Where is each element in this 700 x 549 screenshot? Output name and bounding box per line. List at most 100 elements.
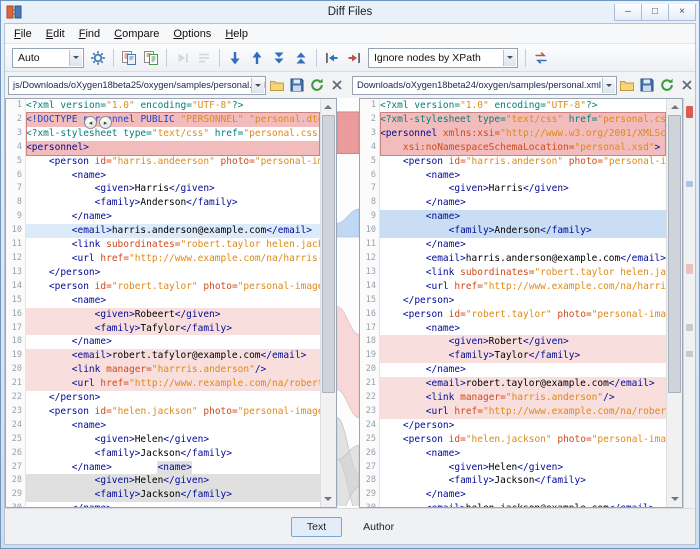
- line-number: 11: [360, 238, 376, 252]
- copy-change-from-right-button[interactable]: ◂: [84, 116, 97, 129]
- close-button[interactable]: ×: [668, 4, 696, 21]
- line-number: 8: [6, 196, 22, 210]
- code-line: <given>Helen</given>: [380, 461, 666, 475]
- line-number: 19: [360, 349, 376, 363]
- right-save-button[interactable]: [638, 75, 657, 95]
- diff-files-window: Diff Files –□× FileEditFindCompareOption…: [0, 0, 700, 549]
- code-line: <given>Helen</given>: [26, 433, 320, 447]
- left-vertical-scrollbar[interactable]: [320, 99, 336, 507]
- next-difference-button[interactable]: [224, 47, 246, 69]
- titlebar[interactable]: Diff Files –□×: [4, 1, 696, 23]
- right-reload-button[interactable]: [658, 75, 677, 95]
- menu-help[interactable]: Help: [218, 26, 255, 42]
- toolbar: Auto Ignore nodes by XPath: [5, 44, 695, 72]
- code-line: xsi:noNamespaceSchemaLocation="personal.…: [380, 141, 666, 155]
- scroll-up-button[interactable]: [667, 99, 682, 114]
- code-line: <?xml version="1.0" encoding="UTF-8"?>: [26, 99, 320, 113]
- menu-compare[interactable]: Compare: [107, 26, 166, 42]
- left-file-path-combo[interactable]: js/Downloads/oXygen18beta25/oxygen/sampl…: [8, 76, 266, 95]
- arrow-up-icon: [249, 50, 265, 66]
- window-content: FileEditFindCompareOptionsHelp Auto Ignor…: [4, 23, 696, 545]
- code-line: <given>Harris</given>: [380, 182, 666, 196]
- code-line: </name>: [380, 488, 666, 502]
- code-line: <person id="harris.anderson" photo="pers…: [380, 155, 666, 169]
- copy-change-to-right-button[interactable]: ▸: [99, 116, 112, 129]
- left-browse-button[interactable]: [267, 75, 286, 95]
- diff-overview-mark[interactable]: [686, 351, 693, 357]
- line-number: 5: [360, 155, 376, 169]
- menu-file[interactable]: File: [7, 26, 39, 42]
- docpair-icon: [121, 50, 137, 66]
- line-number: 10: [360, 224, 376, 238]
- maximize-button[interactable]: □: [641, 4, 669, 21]
- mode-tab-author[interactable]: Author: [348, 518, 409, 536]
- file-path-row: js/Downloads/oXygen18beta25/oxygen/sampl…: [5, 72, 695, 98]
- line-number: 18: [360, 335, 376, 349]
- line-number: 7: [6, 182, 22, 196]
- right-vertical-scrollbar[interactable]: [666, 99, 682, 507]
- copy-right-icon: [346, 50, 362, 66]
- line-number: 17: [6, 322, 22, 336]
- code-line: <link manager="harrris.anderson"/>: [26, 363, 320, 377]
- perform-files-differencing-button[interactable]: [118, 47, 140, 69]
- diff-overview-mark[interactable]: [686, 106, 693, 118]
- scrollbar-thumb[interactable]: [668, 115, 681, 393]
- line-number: 26: [360, 447, 376, 461]
- copy-change-left-to-right-button[interactable]: [343, 47, 365, 69]
- diff-overview-mark[interactable]: [686, 324, 693, 331]
- code-line: </person>: [380, 419, 666, 433]
- line-number: 14: [360, 280, 376, 294]
- merge-buttons: ◂▸: [84, 116, 112, 129]
- diff-gutter[interactable]: [337, 98, 359, 508]
- line-number: 1: [360, 99, 376, 113]
- right-browse-button[interactable]: [618, 75, 637, 95]
- code-line: <name>: [26, 294, 320, 308]
- right-file-path-combo[interactable]: Downloads/oXygen18beta24/oxygen/samples/…: [352, 76, 617, 95]
- scroll-down-button[interactable]: [667, 492, 682, 507]
- show-word-level-details-button[interactable]: [140, 47, 162, 69]
- line-number: 24: [6, 419, 22, 433]
- diff-overview-mark[interactable]: [686, 181, 693, 187]
- right-close-file-button[interactable]: [678, 75, 696, 95]
- line-number: 26: [6, 447, 22, 461]
- menu-find[interactable]: Find: [72, 26, 107, 42]
- menu-options[interactable]: Options: [166, 26, 218, 42]
- diff-overview-mark[interactable]: [686, 264, 693, 274]
- minimize-button[interactable]: –: [614, 4, 642, 21]
- xpath-combo[interactable]: Ignore nodes by XPath: [368, 48, 518, 68]
- left-close-file-button[interactable]: [327, 75, 346, 95]
- left-save-button[interactable]: [287, 75, 306, 95]
- line-number: 5: [6, 155, 22, 169]
- chevron-down-icon: [503, 50, 516, 66]
- code-line: <personnel>: [26, 141, 320, 155]
- first-difference-button[interactable]: [290, 47, 312, 69]
- line-number: 11: [6, 238, 22, 252]
- menu-edit[interactable]: Edit: [39, 26, 72, 42]
- code-line: <?xml version="1.0" encoding="UTF-8"?>: [380, 99, 666, 113]
- line-number: 22: [360, 391, 376, 405]
- right-code: <?xml version="1.0" encoding="UTF-8"?><?…: [380, 99, 666, 507]
- swap-files-button[interactable]: [530, 47, 552, 69]
- right-editor[interactable]: <?xml version="1.0" encoding="UTF-8"?><?…: [380, 99, 666, 507]
- scrollbar-thumb[interactable]: [322, 115, 335, 393]
- code-line: <email>helen.jackson@example.com</email>: [380, 502, 666, 507]
- previous-difference-button[interactable]: [246, 47, 268, 69]
- last-difference-button[interactable]: [268, 47, 290, 69]
- line-number: 2: [360, 113, 376, 127]
- left-editor[interactable]: <?xml version="1.0" encoding="UTF-8"?><!…: [26, 99, 320, 507]
- line-number: 1: [6, 99, 22, 113]
- code-line: <person id="harris.andeerson" photo="per…: [26, 155, 320, 169]
- scroll-down-button[interactable]: [321, 492, 336, 507]
- mode-tab-text[interactable]: Text: [291, 517, 342, 537]
- swap-icon: [533, 50, 549, 66]
- diff-options-button[interactable]: [87, 47, 109, 69]
- diff-overview-ruler[interactable]: [683, 98, 695, 508]
- right-line-numbers: 1234567891011121314151617181920212223242…: [360, 99, 380, 507]
- copy-change-right-to-left-button[interactable]: [321, 47, 343, 69]
- algorithm-combo[interactable]: Auto: [12, 48, 84, 68]
- line-number: 15: [6, 294, 22, 308]
- left-reload-button[interactable]: [307, 75, 326, 95]
- line-number: 28: [360, 474, 376, 488]
- code-line: <family>Tafylor</family>: [26, 322, 320, 336]
- scroll-up-button[interactable]: [321, 99, 336, 114]
